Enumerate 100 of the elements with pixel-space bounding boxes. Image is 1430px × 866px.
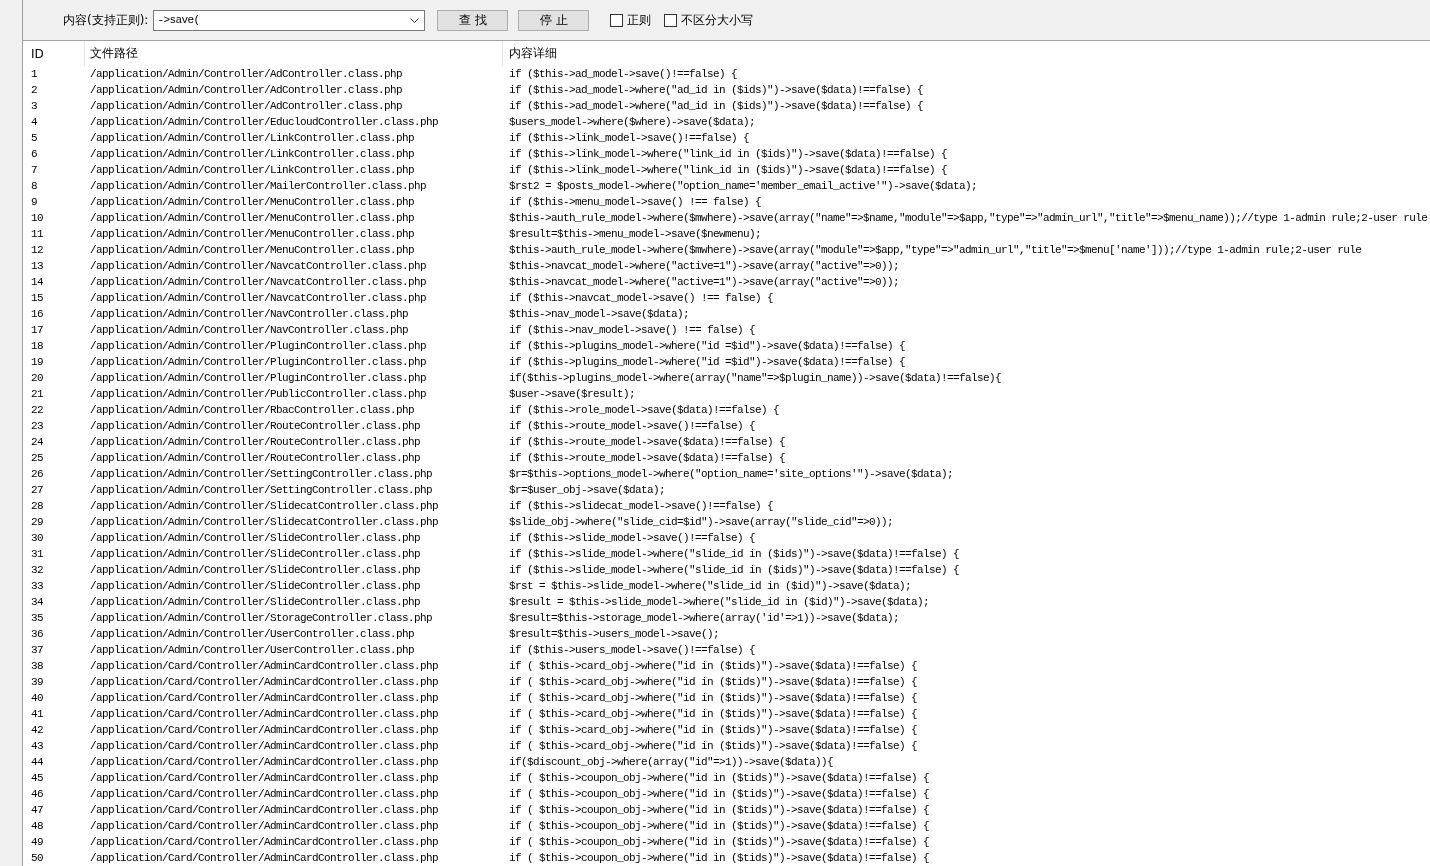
code-snippet: if ($this->route_model->save()!==false) { — [508, 419, 756, 434]
file-path: /application/Admin/Controller/MenuController.class.php — [89, 227, 416, 242]
file-path: /application/Admin/Controller/MenuController.class.php — [89, 243, 416, 258]
file-path: /application/Admin/Controller/AdController.class.php — [89, 67, 404, 82]
code-snippet: $rst2 = $posts_model->where("option_name='member_email_active'")->save($data); — [508, 179, 978, 194]
result-id: 19 — [30, 355, 44, 370]
file-path: /application/Admin/Controller/PluginController.class.php — [89, 355, 428, 370]
file-path: /application/Admin/Controller/RouteController.class.php — [89, 435, 422, 450]
checkbox[interactable] — [610, 13, 624, 27]
result-id: 26 — [30, 467, 44, 482]
checkbox-label[interactable]: 正则 — [627, 11, 652, 29]
result-id: 8 — [30, 179, 38, 194]
result-id: 16 — [30, 307, 44, 322]
file-path: /application/Admin/Controller/SettingController.class.php — [89, 483, 434, 498]
result-id: 49 — [30, 835, 44, 850]
result-id: 7 — [30, 163, 38, 178]
code-snippet: if ($this->link_model->where("link_id in ($ids)")->save($data)!==false) { — [508, 147, 948, 162]
file-path: /application/Admin/Controller/PluginController.class.php — [89, 371, 428, 386]
result-id: 14 — [30, 275, 44, 290]
code-snippet: if ($this->plugins_model->where("id =$id")->save($data)!==false) { — [508, 339, 906, 354]
file-path: /application/Admin/Controller/NavController.class.php — [89, 323, 410, 338]
code-snippet: $user->save($result); — [508, 387, 636, 402]
result-id: 12 — [30, 243, 44, 258]
column-header[interactable]: 内容详细 — [503, 41, 1430, 66]
checkbox[interactable] — [664, 13, 678, 27]
file-path: /application/Admin/Controller/UserController.class.php — [89, 627, 416, 642]
result-id: 6 — [30, 147, 38, 162]
code-snippet: if ($this->ad_model->where("ad_id in ($ids)")->save($data)!==false) { — [508, 99, 924, 114]
file-path: /application/Card/Controller/AdminCardController.class.php — [89, 787, 440, 802]
result-id: 39 — [30, 675, 44, 690]
result-id: 27 — [30, 483, 44, 498]
result-id: 21 — [30, 387, 44, 402]
result-id: 47 — [30, 803, 44, 818]
file-path: /application/Admin/Controller/SlideController.class.php — [89, 531, 422, 546]
code-snippet: $this->auth_rule_model->where($mwhere)->save(array("name"=>$name,"module"=>$app,"type"=>"admin_url","title"=>$menu_name));//type 1-admin rule;2-user rule — [508, 211, 1428, 226]
result-id: 31 — [30, 547, 44, 562]
code-snippet: $result=$this->menu_model->save($newmenu); — [508, 227, 762, 242]
result-id: 10 — [30, 211, 44, 226]
code-snippet: if ( $this->card_obj->where("id in ($tids)")->save($data)!==false) { — [508, 675, 918, 690]
file-path: /application/Admin/Controller/SlideController.class.php — [89, 547, 422, 562]
file-path: /application/Admin/Controller/SlidecatController.class.php — [89, 499, 440, 514]
code-snippet: if ($this->link_model->where("link_id in ($ids)")->save($data)!==false) { — [508, 163, 948, 178]
code-snippet: if ( $this->card_obj->where("id in ($tids)")->save($data)!==false) { — [508, 739, 918, 754]
code-snippet: $rst = $this->slide_model->where("slide_id in ($id)")->save($data); — [508, 579, 912, 594]
file-path: /application/Card/Controller/AdminCardController.class.php — [89, 835, 440, 850]
code-snippet: if ($this->slide_model->save()!==false) { — [508, 531, 756, 546]
file-path: /application/Card/Controller/AdminCardController.class.php — [89, 803, 440, 818]
search-combobox[interactable]: ->save( — [153, 9, 426, 31]
code-snippet: $result=$this->users_model->save(); — [508, 627, 720, 642]
result-id: 22 — [30, 403, 44, 418]
code-snippet: if ( $this->coupon_obj->where("id in ($tids)")->save($data)!==false) { — [508, 835, 930, 850]
chevron-down-icon[interactable] — [410, 17, 420, 23]
result-id: 36 — [30, 627, 44, 642]
result-id: 34 — [30, 595, 44, 610]
code-snippet: if ( $this->card_obj->where("id in ($tids)")->save($data)!==false) { — [508, 707, 918, 722]
code-snippet: if ($this->users_model->save()!==false) { — [508, 643, 756, 658]
code-snippet: if ($this->ad_model->where("ad_id in ($ids)")->save($data)!==false) { — [508, 83, 924, 98]
result-id: 23 — [30, 419, 44, 434]
column-header[interactable]: ID — [23, 41, 85, 66]
result-id: 2 — [30, 83, 38, 98]
toolbar-button[interactable]: 查 找 — [437, 9, 509, 31]
result-id: 32 — [30, 563, 44, 578]
file-path: /application/Card/Controller/AdminCardController.class.php — [89, 739, 440, 754]
file-path: /application/Admin/Controller/MenuController.class.php — [89, 195, 416, 210]
result-id: 4 — [30, 115, 38, 130]
code-snippet: if($this->plugins_model->where(array("name"=>$plugin_name))->save($data)!==false){ — [508, 371, 1002, 386]
result-id: 11 — [30, 227, 44, 242]
code-snippet: if ($this->link_model->save()!==false) { — [508, 131, 750, 146]
code-snippet: $slide_obj->where("slide_cid=$id")->save(array("slide_cid"=>0)); — [508, 515, 894, 530]
search-label: 内容(支持正则): — [63, 11, 149, 29]
code-snippet: $r=$user_obj->save($data); — [508, 483, 666, 498]
result-id: 29 — [30, 515, 44, 530]
code-snippet: if ( $this->coupon_obj->where("id in ($tids)")->save($data)!==false) { — [508, 819, 930, 834]
file-path: /application/Admin/Controller/SlideController.class.php — [89, 595, 422, 610]
code-snippet: if ($this->navcat_model->save() !== false) { — [508, 291, 774, 306]
result-id: 35 — [30, 611, 44, 626]
result-id: 33 — [30, 579, 44, 594]
file-path: /application/Admin/Controller/NavController.class.php — [89, 307, 410, 322]
file-path: /application/Admin/Controller/SettingController.class.php — [89, 467, 434, 482]
code-snippet: if ( $this->card_obj->where("id in ($tids)")->save($data)!==false) { — [508, 659, 918, 674]
column-header[interactable]: 文件路径 — [85, 41, 503, 66]
code-snippet: if ($this->route_model->save($data)!==false) { — [508, 451, 786, 466]
result-id: 43 — [30, 739, 44, 754]
result-id: 5 — [30, 131, 38, 146]
code-snippet: if ($this->menu_model->save() !== false) { — [508, 195, 762, 210]
file-path: /application/Card/Controller/AdminCardController.class.php — [89, 819, 440, 834]
file-path: /application/Card/Controller/AdminCardController.class.php — [89, 755, 440, 770]
file-path: /application/Admin/Controller/MailerController.class.php — [89, 179, 428, 194]
file-path: /application/Admin/Controller/SlideController.class.php — [89, 563, 422, 578]
file-path: /application/Admin/Controller/RouteController.class.php — [89, 451, 422, 466]
code-snippet: if ($this->nav_model->save() !== false) { — [508, 323, 756, 338]
result-id: 1 — [30, 67, 38, 82]
file-path: /application/Admin/Controller/SlidecatController.class.php — [89, 515, 440, 530]
checkbox-label[interactable]: 不区分大小写 — [681, 11, 754, 29]
code-snippet: if ( $this->coupon_obj->where("id in ($tids)")->save($data)!==false) { — [508, 771, 930, 786]
code-snippet: $this->nav_model->save($data); — [508, 307, 690, 322]
code-snippet: if ( $this->coupon_obj->where("id in ($tids)")->save($data)!==false) { — [508, 803, 930, 818]
toolbar-button[interactable]: 停 止 — [518, 9, 590, 31]
file-path: /application/Card/Controller/AdminCardController.class.php — [89, 771, 440, 786]
code-snippet: if ( $this->coupon_obj->where("id in ($tids)")->save($data)!==false) { — [508, 851, 930, 866]
